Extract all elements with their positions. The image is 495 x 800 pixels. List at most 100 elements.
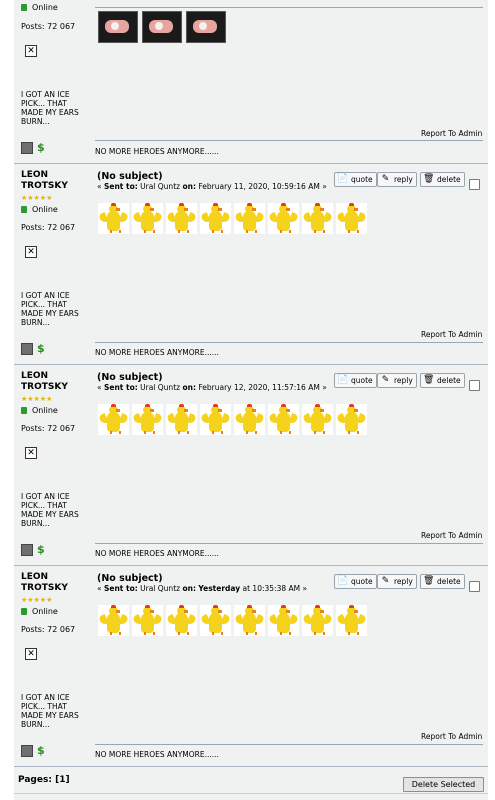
chicken-emote: [98, 605, 129, 636]
quote-button[interactable]: 📄 quote: [334, 172, 377, 187]
report-to-admin-link[interactable]: Report To Admin: [421, 531, 482, 540]
reply-label: reply: [394, 376, 413, 385]
send-pm-icon[interactable]: $: [37, 343, 47, 354]
select-checkbox[interactable]: [469, 179, 480, 190]
chicken-emote: [336, 404, 367, 435]
online-icon: [21, 407, 27, 414]
online-status: Online: [21, 3, 58, 13]
reply-label: reply: [394, 577, 413, 586]
meta-open: «: [97, 584, 102, 593]
quote-button[interactable]: 📄 quote: [334, 574, 377, 589]
user-blurb: I GOT AN ICE PICK... THAT MADE MY EARS B…: [21, 291, 79, 327]
chicken-emote: [98, 203, 129, 234]
trash-icon: 🗑: [423, 576, 435, 586]
chicken-emote: [268, 203, 299, 234]
reply-icon: ✎: [381, 576, 390, 586]
signature: NO MORE HEROES ANYMORE......: [95, 549, 219, 558]
pm-board: [14, 0, 488, 800]
message-divider: [14, 766, 488, 767]
report-to-admin-link[interactable]: Report To Admin: [421, 330, 482, 339]
chicken-emote: [132, 203, 163, 234]
online-icon: [21, 206, 27, 213]
delete-button[interactable]: 🗑 delete: [420, 373, 465, 388]
select-checkbox[interactable]: [469, 581, 480, 592]
chicken-emote: [234, 605, 265, 636]
report-to-admin-link[interactable]: Report To Admin: [421, 732, 482, 741]
signature: NO MORE HEROES ANYMORE......: [95, 147, 219, 156]
chicken-emote: [336, 605, 367, 636]
send-pm-icon[interactable]: $: [37, 142, 47, 153]
report-to-admin-link[interactable]: Report To Admin: [421, 129, 482, 138]
send-pm-icon[interactable]: $: [37, 745, 47, 756]
profile-icon[interactable]: [21, 544, 33, 556]
online-icon: [21, 608, 27, 615]
sent-to-label: Sent to:: [103, 182, 138, 191]
star-icons: ★★★★★: [21, 195, 52, 202]
profile-icon[interactable]: [21, 343, 33, 355]
chicken-emote: [234, 404, 265, 435]
delete-label: delete: [437, 376, 461, 385]
broken-image-icon: ✕: [25, 447, 37, 459]
post-separator: [95, 7, 483, 8]
recipient-link[interactable]: Ural Quntz: [140, 383, 180, 392]
message-subject[interactable]: (No subject): [97, 372, 163, 383]
quote-label: quote: [351, 376, 373, 385]
post-count: Posts: 72 067: [21, 625, 76, 634]
post-count: Posts: 72 067: [21, 424, 76, 433]
quote-icon: 📄: [337, 174, 349, 184]
delete-button[interactable]: 🗑 delete: [420, 172, 465, 187]
broken-image-icon: ✕: [25, 648, 37, 660]
post-images: [98, 11, 230, 43]
post-count: Posts: 72 067: [21, 223, 76, 232]
message-divider: [14, 565, 488, 566]
delete-button[interactable]: 🗑 delete: [420, 574, 465, 589]
meta-open: «: [97, 383, 102, 392]
delete-selected-button[interactable]: Delete Selected: [403, 777, 484, 792]
meta-close: »: [322, 182, 327, 191]
reply-button[interactable]: ✎ reply: [377, 373, 417, 388]
author-name[interactable]: LEON TROTSKY: [21, 170, 91, 192]
online-label: Online: [32, 3, 58, 12]
quote-icon: 📄: [337, 375, 349, 385]
profile-icon[interactable]: [21, 745, 33, 757]
hand-image[interactable]: [142, 11, 182, 43]
author-name[interactable]: LEON TROTSKY: [21, 371, 91, 393]
quote-icon: 📄: [337, 576, 349, 586]
sent-to-label: Sent to:: [103, 383, 138, 392]
reply-button[interactable]: ✎ reply: [377, 172, 417, 187]
signature-separator: [95, 140, 483, 141]
chicken-emotes: [98, 404, 370, 435]
profile-icon[interactable]: [21, 142, 33, 154]
online-icon: [21, 4, 27, 11]
on-label: on:: [182, 383, 196, 392]
broken-image-icon: ✕: [25, 45, 37, 57]
message-subject[interactable]: (No subject): [97, 171, 163, 182]
message-meta: « Sent to: Ural Quntz on: February 12, 2…: [97, 383, 327, 393]
chicken-emote: [268, 404, 299, 435]
signature: NO MORE HEROES ANYMORE......: [95, 750, 219, 759]
signature-separator: [95, 744, 483, 745]
reply-button[interactable]: ✎ reply: [377, 574, 417, 589]
select-checkbox[interactable]: [469, 380, 480, 391]
chicken-emote: [166, 404, 197, 435]
delete-label: delete: [437, 175, 461, 184]
post-count: Posts: 72 067: [21, 22, 76, 31]
recipient-link[interactable]: Ural Quntz: [140, 182, 180, 191]
user-tools: $: [21, 343, 47, 355]
send-pm-icon[interactable]: $: [37, 544, 47, 555]
hand-image[interactable]: [98, 11, 138, 43]
quote-button[interactable]: 📄 quote: [334, 373, 377, 388]
user-tools: $: [21, 745, 47, 757]
sent-to-label: Sent to:: [103, 584, 138, 593]
star-icons: ★★★★★: [21, 396, 52, 403]
hand-image[interactable]: [186, 11, 226, 43]
message-meta: « Sent to: Ural Quntz on: February 11, 2…: [97, 182, 327, 192]
recipient-link[interactable]: Ural Quntz: [140, 584, 180, 593]
page-number: [1]: [55, 775, 70, 785]
author-name[interactable]: LEON TROTSKY: [21, 572, 91, 594]
chicken-emote: [200, 605, 231, 636]
message-subject[interactable]: (No subject): [97, 573, 163, 584]
reply-icon: ✎: [381, 375, 390, 385]
quote-label: quote: [351, 577, 373, 586]
message-date: at 10:35:38 AM: [242, 584, 301, 593]
